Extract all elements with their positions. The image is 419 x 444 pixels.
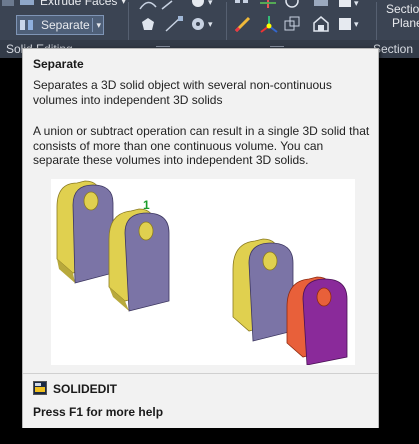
svg-text:▾: ▾	[354, 20, 359, 30]
ribbon-icon-partial[interactable]	[2, 0, 14, 6]
draw-line-icon[interactable]	[164, 15, 186, 38]
separate-label: Separate	[41, 18, 90, 32]
solid-before-left	[56, 180, 114, 284]
section-plane-label-line1: Section	[386, 2, 419, 16]
section-plane-label-line2: Plane	[392, 16, 419, 30]
chevron-down-icon: ▾	[121, 0, 126, 6]
tooltip-illustration: 1	[51, 179, 355, 366]
tooltip-help-text: Press F1 for more help	[33, 405, 164, 419]
block-tool-icon[interactable]: ▾	[338, 0, 366, 14]
shell-tool-icon[interactable]	[312, 15, 330, 38]
solid-before-right	[108, 208, 170, 312]
separate-button[interactable]: Separate ▾	[16, 15, 104, 35]
curve-tool-icon[interactable]	[138, 0, 174, 16]
chevron-down-icon: ▾	[92, 18, 101, 32]
view-cube-icon[interactable]: ▾	[190, 16, 220, 37]
arrow-tool-icon[interactable]	[258, 0, 278, 14]
pencil-icon[interactable]	[234, 15, 252, 38]
solid-after-yellow	[232, 238, 294, 342]
copy-tool-icon[interactable]	[284, 16, 302, 37]
polygon-tool-icon[interactable]	[140, 16, 156, 37]
selection-marker-label: 1	[143, 198, 150, 212]
solid-after-separated	[286, 276, 348, 366]
solidedit-command-icon	[33, 381, 47, 395]
tooltip-title: Separate	[33, 57, 84, 71]
circle-tool-icon[interactable]	[284, 0, 300, 14]
section-plane-button[interactable]: Section Plane	[386, 2, 419, 30]
cube-tool-icon[interactable]: ▾	[338, 16, 366, 37]
svg-text:▾: ▾	[208, 20, 213, 30]
svg-text:▾: ▾	[354, 0, 359, 9]
tooltip-detail: A union or subtract operation can result…	[33, 124, 370, 167]
sphere-tool-icon[interactable]: ▾	[190, 0, 220, 14]
tooltip: Separate Separates a 3D solid object wit…	[22, 48, 379, 428]
extract-tool-icon[interactable]	[312, 0, 330, 14]
panel-label-section[interactable]: Section	[373, 42, 413, 56]
extrude-faces-icon	[20, 0, 34, 5]
extrude-faces-button[interactable]: Extrude Faces ▾	[40, 0, 126, 8]
tooltip-footer: SOLIDEDIT Press F1 for more help	[23, 373, 378, 428]
tooltip-command-name: SOLIDEDIT	[53, 382, 118, 396]
separate-icon	[19, 18, 35, 32]
svg-text:▾: ▾	[208, 0, 213, 8]
grid-tool-icon[interactable]	[234, 0, 250, 14]
extrude-faces-label: Extrude Faces	[40, 0, 118, 8]
gizmo-icon[interactable]	[258, 14, 280, 39]
tooltip-description: Separates a 3D solid object with several…	[33, 78, 332, 107]
